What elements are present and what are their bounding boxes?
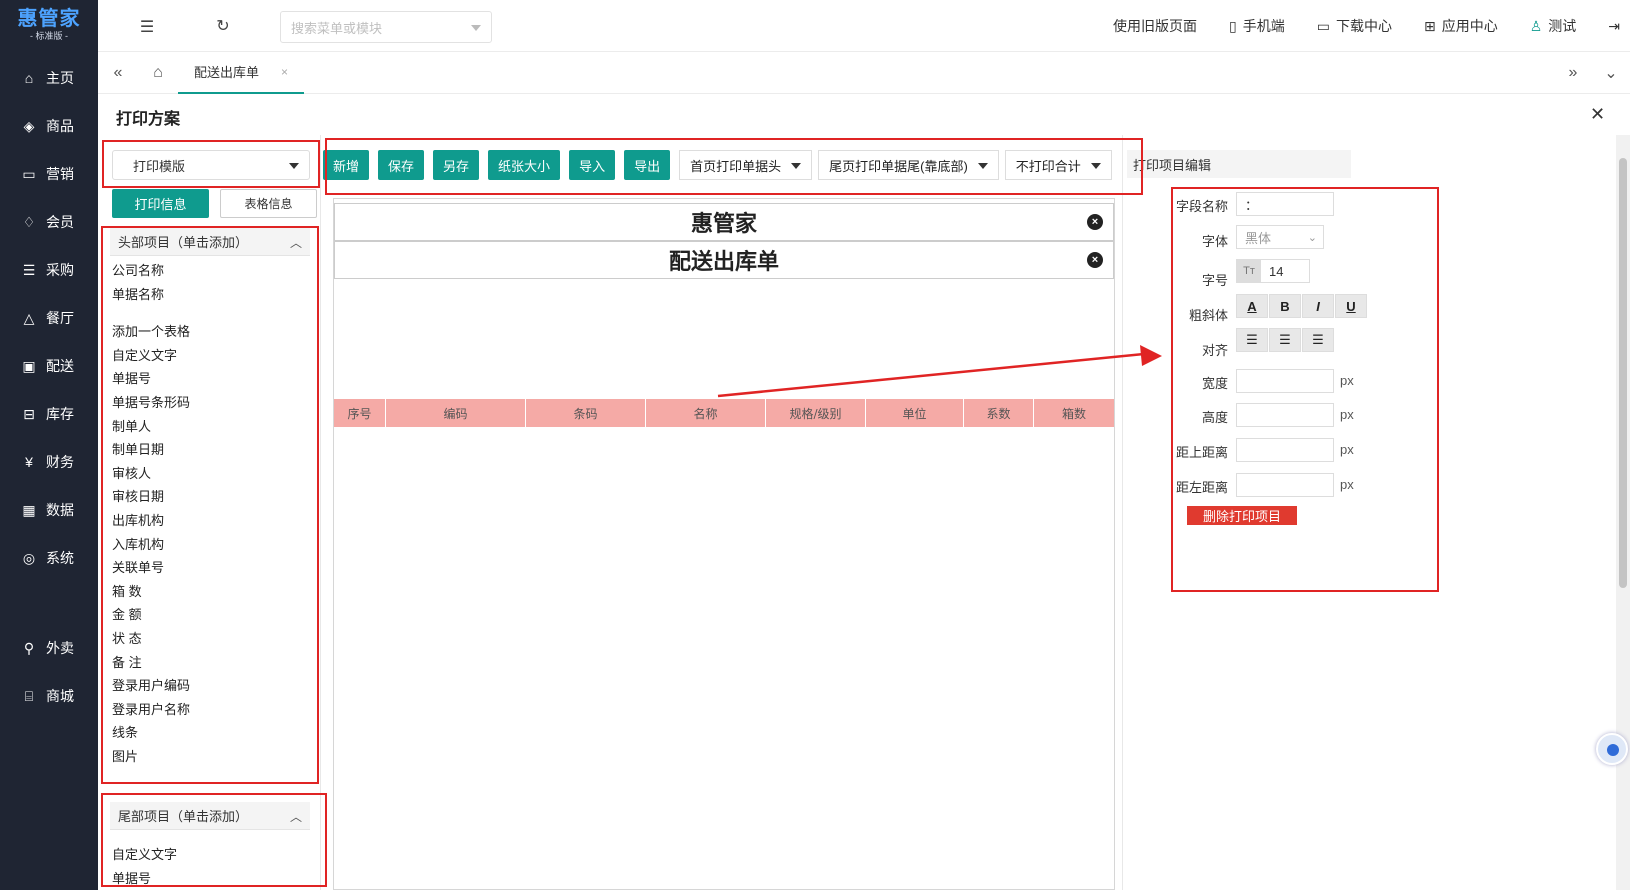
highlight-box-editor: [1171, 187, 1439, 592]
assistant-float-icon[interactable]: [1596, 733, 1628, 765]
highlight-box-header-items: [101, 226, 319, 784]
highlight-box-toolbar: [325, 138, 1143, 195]
highlight-box-footer-items: [101, 793, 327, 887]
scrollbar-thumb[interactable]: [1619, 158, 1627, 588]
highlight-box-template: [102, 140, 320, 188]
